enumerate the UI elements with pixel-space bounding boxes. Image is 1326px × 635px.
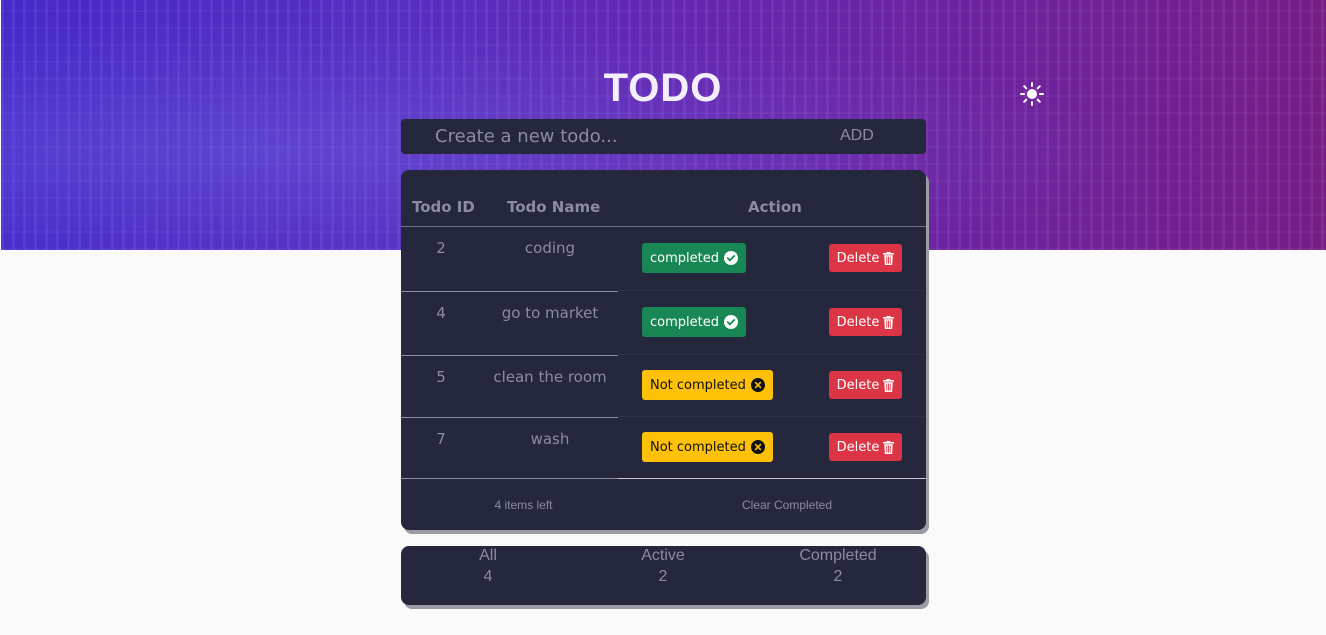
status-label: completed — [650, 314, 719, 330]
table-row: 5 clean the room Not completed Delete — [401, 356, 926, 418]
footer-divider — [618, 478, 926, 479]
sun-icon — [1020, 82, 1044, 106]
delete-label: Delete — [836, 250, 880, 266]
delete-button[interactable]: Delete — [829, 308, 902, 336]
delete-label: Delete — [836, 314, 880, 330]
filter-label: All — [479, 547, 497, 564]
header-action: Action — [748, 198, 802, 216]
app-title: TODO — [603, 66, 723, 110]
row-divider — [618, 416, 926, 417]
items-left-count: 4 items left — [494, 498, 553, 512]
filter-label: Active — [641, 547, 685, 564]
delete-button[interactable]: Delete — [829, 371, 902, 399]
header-todo-id: Todo ID — [412, 198, 475, 216]
table-row: 4 go to market completed Delete — [401, 292, 926, 356]
filter-all[interactable]: All 4 — [428, 546, 548, 586]
new-todo-input[interactable] — [435, 119, 815, 154]
todo-name: wash — [530, 430, 570, 448]
todo-id: 4 — [436, 304, 446, 322]
trash-icon — [883, 378, 895, 392]
delete-label: Delete — [836, 439, 880, 455]
clear-completed-button[interactable]: Clear Completed — [721, 498, 853, 512]
filter-label: Completed — [799, 547, 877, 564]
status-label: Not completed — [650, 439, 746, 455]
filter-count: 2 — [833, 568, 843, 585]
check-circle-icon — [723, 251, 738, 265]
trash-icon — [883, 251, 895, 265]
x-circle-icon — [750, 378, 765, 392]
status-label: Not completed — [650, 377, 746, 393]
trash-icon — [883, 440, 895, 454]
filter-completed[interactable]: Completed 2 — [778, 546, 898, 586]
add-todo-bar: ADD — [401, 119, 926, 154]
todo-name: go to market — [501, 304, 599, 322]
x-circle-icon — [750, 440, 765, 454]
todo-table: Todo ID Todo Name Action 2 coding comple… — [401, 170, 926, 530]
toggle-status-button[interactable]: completed — [642, 307, 746, 337]
filter-bar: All 4 Active 2 Completed 2 — [401, 546, 926, 605]
toggle-status-button[interactable]: Not completed — [642, 432, 773, 462]
filter-count: 2 — [658, 568, 668, 585]
filter-active[interactable]: Active 2 — [603, 546, 723, 586]
trash-icon — [883, 315, 895, 329]
header-todo-name: Todo Name — [507, 198, 601, 216]
todo-id: 2 — [436, 239, 446, 257]
check-circle-icon — [723, 315, 738, 329]
row-divider — [618, 290, 926, 291]
table-row: 2 coding completed Delete — [401, 227, 926, 292]
delete-label: Delete — [836, 377, 880, 393]
add-button[interactable]: ADD — [840, 127, 874, 145]
toggle-status-button[interactable]: completed — [642, 243, 746, 273]
toggle-status-button[interactable]: Not completed — [642, 370, 773, 400]
todo-id: 5 — [436, 368, 446, 386]
filter-count: 4 — [483, 568, 493, 585]
todo-name: coding — [524, 239, 576, 257]
delete-button[interactable]: Delete — [829, 433, 902, 461]
table-row: 7 wash Not completed Delete — [401, 418, 926, 478]
theme-toggle-button[interactable] — [1019, 81, 1045, 107]
todo-name: clean the room — [493, 368, 607, 386]
delete-button[interactable]: Delete — [829, 244, 902, 272]
footer-divider — [401, 478, 618, 479]
todo-id: 7 — [436, 430, 446, 448]
status-label: completed — [650, 250, 719, 266]
row-divider — [618, 354, 926, 355]
